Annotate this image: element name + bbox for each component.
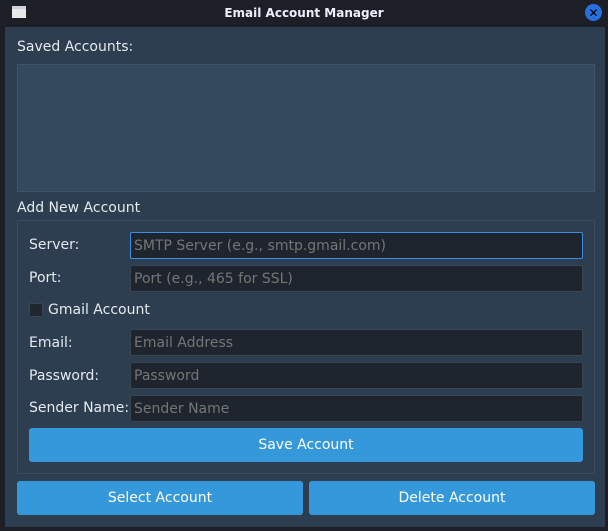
port-input[interactable] <box>130 265 583 292</box>
email-input[interactable] <box>130 329 583 356</box>
server-input[interactable] <box>130 232 583 259</box>
server-label: Server: <box>29 237 80 253</box>
password-label: Password: <box>29 368 100 384</box>
sender-name-input[interactable] <box>130 395 583 422</box>
title-bar: Email Account Manager ✕ <box>0 0 608 26</box>
saved-accounts-label: Saved Accounts: <box>17 39 134 55</box>
password-input[interactable] <box>130 362 583 389</box>
main-window: Saved Accounts: Add New Account Server: … <box>5 27 605 527</box>
add-account-heading: Add New Account <box>17 200 141 216</box>
sender-name-label: Sender Name: <box>29 400 130 416</box>
port-label: Port: <box>29 270 62 286</box>
select-account-button[interactable]: Select Account <box>17 481 303 515</box>
gmail-checkbox[interactable] <box>29 303 43 317</box>
window-title: Email Account Manager <box>224 6 384 20</box>
saved-accounts-list[interactable] <box>17 64 595 192</box>
email-label: Email: <box>29 335 73 351</box>
delete-account-button[interactable]: Delete Account <box>309 481 595 515</box>
window-icon <box>12 6 26 18</box>
gmail-checkbox-label[interactable]: Gmail Account <box>48 302 150 318</box>
save-account-button[interactable]: Save Account <box>29 428 583 462</box>
close-icon[interactable]: ✕ <box>585 4 602 21</box>
